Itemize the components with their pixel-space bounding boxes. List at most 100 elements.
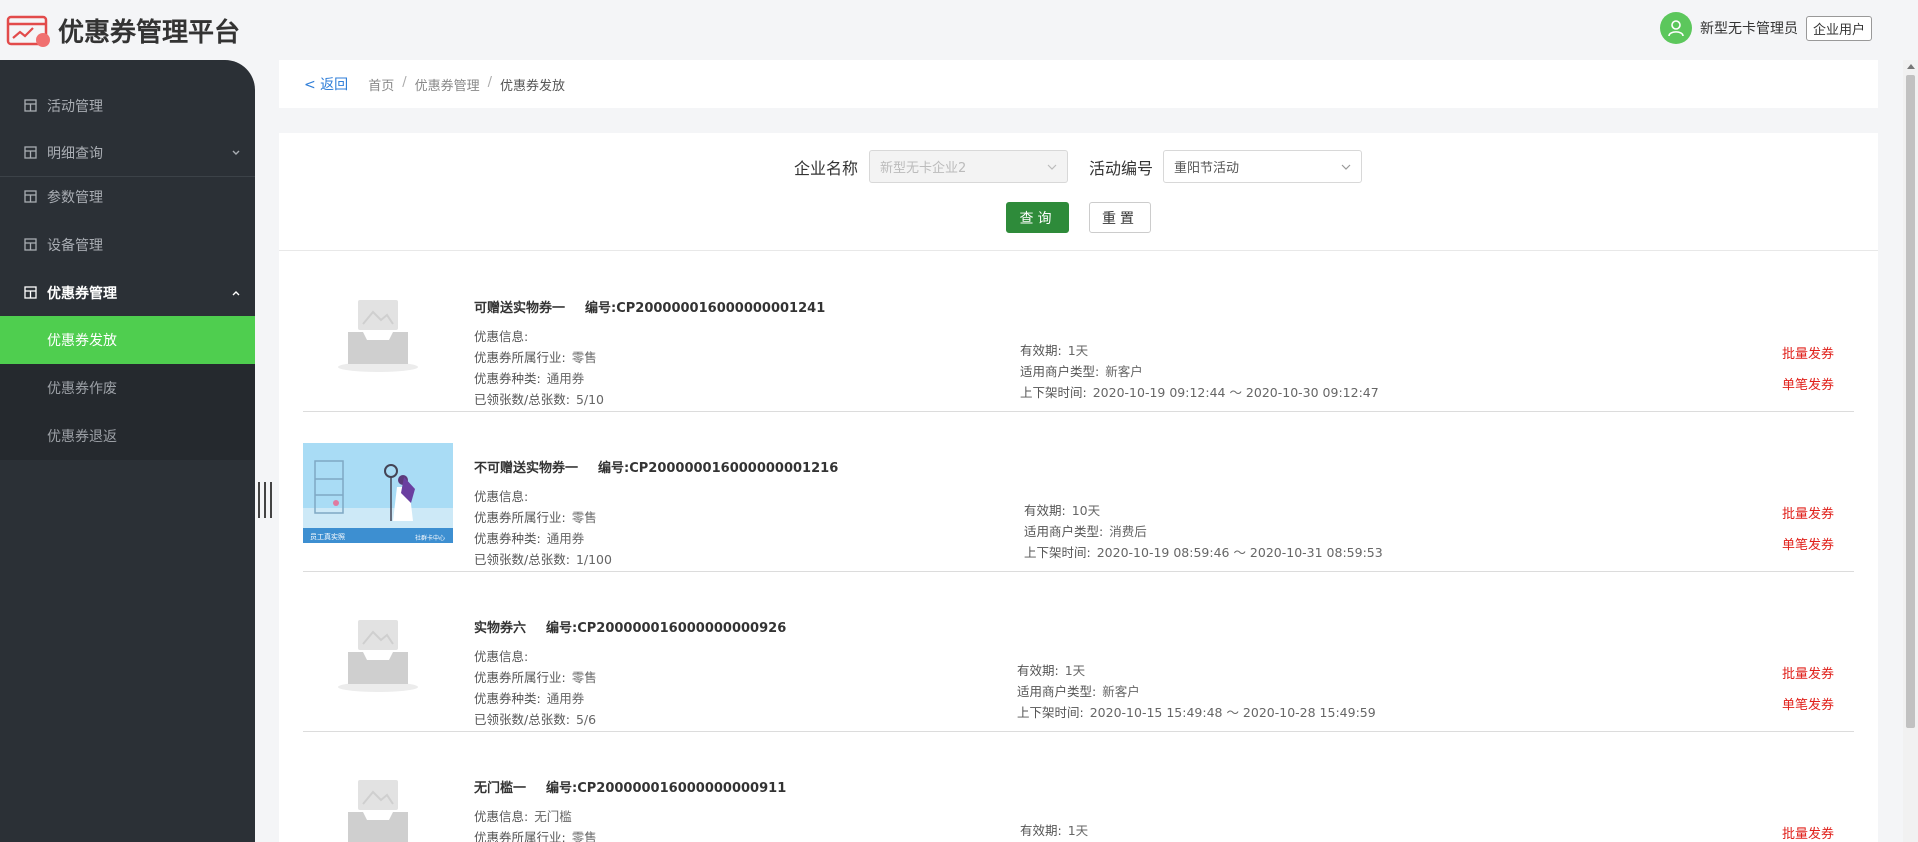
sidebar-item-coupon-management[interactable]: 优惠券管理 bbox=[0, 269, 255, 316]
chevron-down-icon bbox=[1047, 164, 1057, 170]
sidebar-item-activity[interactable]: 活动管理 bbox=[0, 82, 255, 129]
batch-issue-button[interactable]: 批量发券 bbox=[1782, 819, 1834, 842]
time-label: 上下架时间: bbox=[1024, 545, 1091, 560]
merchant-label: 适用商户类型: bbox=[1020, 364, 1100, 379]
info-label: 优惠信息: bbox=[474, 649, 529, 664]
breadcrumb-home[interactable]: 首页 bbox=[368, 75, 394, 94]
sidebar-subitem-coupon-refund[interactable]: 优惠券退返 bbox=[0, 412, 255, 460]
coupon-validity: 有效期: 1天 bbox=[1020, 820, 1088, 841]
coupon-logo-icon bbox=[6, 15, 50, 47]
industry-value: 零售 bbox=[571, 350, 597, 365]
handle-line bbox=[258, 482, 260, 518]
scroll-up-arrow-icon[interactable] bbox=[1907, 64, 1915, 69]
sidebar-item-detail-query[interactable]: 明细查询 bbox=[0, 129, 255, 176]
image-placeholder-icon bbox=[338, 620, 418, 692]
company-select[interactable]: 新型无卡企业2 bbox=[869, 150, 1068, 183]
coupon-name: 实物券六 bbox=[474, 621, 527, 636]
handle-line bbox=[264, 482, 266, 518]
coupon-info: 优惠信息: 优惠券所属行业: 零售 优惠券种类: 通用券 已领张数/总张数: 5/6 bbox=[474, 646, 597, 730]
single-issue-button[interactable]: 单笔发券 bbox=[1782, 530, 1834, 561]
menu-icon bbox=[24, 190, 37, 203]
filter-bar: 企业名称 新型无卡企业2 活动编号 重阳节活动 查询 重置 bbox=[279, 133, 1878, 251]
count-label: 已领张数/总张数: bbox=[474, 712, 570, 727]
breadcrumb-coupon-management[interactable]: 优惠券管理 bbox=[415, 75, 480, 94]
coupon-actions: 批量发券 bbox=[1782, 819, 1834, 842]
sidebar-subitem-label: 优惠券发放 bbox=[47, 333, 117, 349]
validity-label: 有效期: bbox=[1020, 823, 1062, 838]
batch-issue-button[interactable]: 批量发券 bbox=[1782, 339, 1834, 370]
back-link[interactable]: < 返回 bbox=[304, 74, 348, 94]
menu-icon bbox=[24, 99, 37, 112]
coupon-title: 不可赠送实物券一 编号:CP200000016000000001216 bbox=[474, 457, 838, 476]
coupon-row: 员工真实照 社群卡中心 不可赠送实物券一 编号:CP200000016000000… bbox=[303, 412, 1854, 572]
company-select-value: 新型无卡企业2 bbox=[880, 161, 967, 176]
coupon-code: 编号:CP200000016000000000911 bbox=[546, 781, 787, 796]
validity-value: 1天 bbox=[1064, 663, 1086, 678]
scrollbar-thumb[interactable] bbox=[1906, 75, 1915, 728]
activity-select-value: 重阳节活动 bbox=[1174, 161, 1240, 176]
main-panel: 企业名称 新型无卡企业2 活动编号 重阳节活动 查询 重置 可赠送实物券一编号:… bbox=[279, 133, 1878, 842]
type-label: 优惠券种类: bbox=[474, 691, 541, 706]
query-button[interactable]: 查询 bbox=[1006, 202, 1069, 233]
info-label: 优惠信息: bbox=[474, 329, 529, 344]
user-name: 新型无卡管理员 bbox=[1699, 21, 1798, 37]
activity-select[interactable]: 重阳节活动 bbox=[1163, 150, 1362, 183]
merchant-value: 新客户 bbox=[1105, 364, 1143, 379]
industry-value: 零售 bbox=[571, 670, 597, 685]
sidebar-item-label: 优惠券管理 bbox=[47, 285, 117, 302]
validity-value: 1天 bbox=[1067, 823, 1089, 838]
coupon-info: 优惠信息: 优惠券所属行业: 零售 优惠券种类: 通用券 已领张数/总张数: 1/10… bbox=[474, 486, 612, 570]
avatar[interactable] bbox=[1659, 12, 1692, 44]
sidebar-subitem-coupon-issue[interactable]: 优惠券发放 bbox=[0, 316, 255, 364]
count-label: 已领张数/总张数: bbox=[474, 392, 570, 407]
type-label: 优惠券种类: bbox=[474, 371, 541, 386]
company-label: 企业名称 bbox=[794, 159, 859, 178]
breadcrumb-panel: < 返回 首页 / 优惠券管理 / 优惠券发放 bbox=[279, 60, 1878, 108]
breadcrumb-separator: / bbox=[487, 74, 492, 90]
user-menu[interactable]: 新型无卡管理员 企业用户 bbox=[1659, 12, 1872, 44]
info-value: 无门槛 bbox=[534, 809, 572, 824]
time-value: 2020-10-19 09:12:44 ～ 2020-10-30 09:12:4… bbox=[1092, 385, 1379, 400]
sidebar-subitem-label: 优惠券退返 bbox=[47, 429, 117, 445]
single-issue-button[interactable]: 单笔发券 bbox=[1782, 370, 1834, 401]
industry-label: 优惠券所属行业: bbox=[474, 350, 566, 365]
coupon-image-caption-right: 社群卡中心 bbox=[415, 535, 446, 542]
coupon-name: 无门槛一 bbox=[474, 781, 527, 796]
app-title: 优惠券管理平台 bbox=[58, 18, 241, 48]
coupon-image bbox=[303, 443, 453, 543]
type-value: 通用券 bbox=[546, 531, 585, 546]
validity-label: 有效期: bbox=[1017, 663, 1059, 678]
coupon-code: 编号:CP200000016000000001216 bbox=[598, 461, 839, 476]
menu-icon bbox=[24, 146, 37, 159]
type-value: 通用券 bbox=[546, 371, 585, 386]
page-scrollbar[interactable] bbox=[1903, 60, 1918, 842]
coupon-title: 实物券六 编号:CP200000016000000000926 bbox=[474, 617, 786, 636]
coupon-row: 无门槛一 编号:CP200000016000000000911 优惠信息: 无门槛 … bbox=[303, 732, 1854, 842]
single-issue-button[interactable]: 单笔发券 bbox=[1782, 690, 1834, 721]
reset-button[interactable]: 重置 bbox=[1089, 202, 1151, 233]
breadcrumb-current: 优惠券发放 bbox=[500, 78, 566, 94]
sidebar-item-label: 参数管理 bbox=[47, 189, 103, 206]
sidebar-item-devices[interactable]: 设备管理 bbox=[0, 221, 255, 268]
chevron-down-icon bbox=[1341, 164, 1351, 170]
sidebar-item-params[interactable]: 参数管理 bbox=[0, 173, 255, 220]
handle-line bbox=[270, 482, 272, 518]
time-value: 2020-10-15 15:49:48 ～ 2020-10-28 15:49:5… bbox=[1089, 705, 1376, 720]
coupon-actions: 批量发券 单笔发券 bbox=[1782, 339, 1834, 401]
batch-issue-button[interactable]: 批量发券 bbox=[1782, 499, 1834, 530]
coupon-validity: 有效期: 10天 适用商户类型: 消费后 上下架时间: 2020-10-19 08:5… bbox=[1024, 500, 1383, 563]
chevron-up-icon bbox=[232, 290, 240, 295]
sidebar-subitem-coupon-void[interactable]: 优惠券作废 bbox=[0, 364, 255, 412]
batch-issue-button[interactable]: 批量发券 bbox=[1782, 659, 1834, 690]
type-value: 通用券 bbox=[546, 691, 585, 706]
breadcrumb-separator: / bbox=[402, 74, 407, 90]
count-label: 已领张数/总张数: bbox=[474, 552, 570, 567]
count-value: 5/10 bbox=[575, 392, 605, 407]
coupon-actions: 批量发券 单笔发券 bbox=[1782, 659, 1834, 721]
merchant-value: 消费后 bbox=[1109, 524, 1147, 539]
sidebar-resize-handle[interactable] bbox=[258, 482, 272, 518]
coupon-name: 可赠送实物券一 bbox=[474, 301, 566, 316]
industry-label: 优惠券所属行业: bbox=[474, 830, 566, 842]
coupon-row: 实物券六 编号:CP200000016000000000926 优惠信息: 优惠券… bbox=[303, 572, 1854, 732]
merchant-label: 适用商户类型: bbox=[1017, 684, 1097, 699]
